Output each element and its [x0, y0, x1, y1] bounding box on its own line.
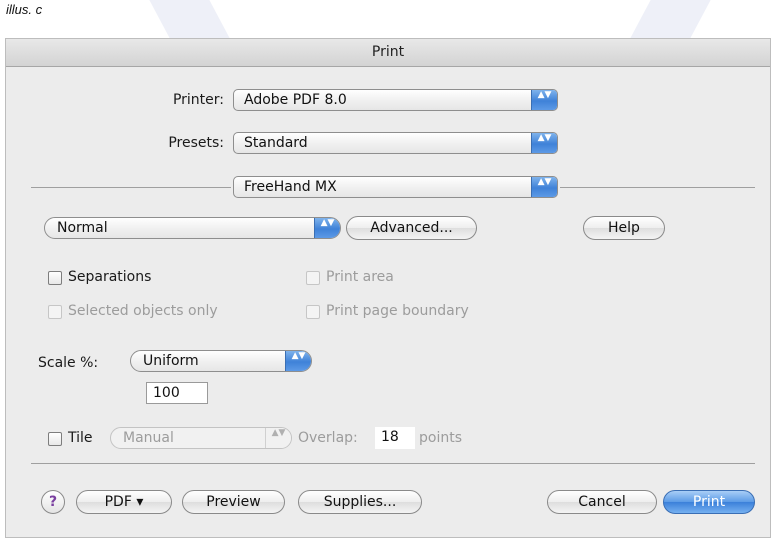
overlap-field[interactable]: 18 — [375, 427, 415, 449]
print-button[interactable]: Print — [663, 490, 755, 514]
help-button[interactable]: Help — [583, 216, 665, 240]
printer-value: Adobe PDF 8.0 — [244, 92, 347, 108]
output-mode-value: Normal — [57, 220, 108, 236]
selected-objects-checkbox[interactable] — [48, 305, 62, 319]
selected-objects-label: Selected objects only — [68, 303, 218, 319]
tile-checkbox[interactable] — [48, 432, 62, 446]
popup-arrows-icon: ▲▼ — [531, 133, 557, 153]
scale-percent-field[interactable]: 100 — [146, 382, 208, 404]
dialog-title: Print — [6, 39, 770, 67]
printer-popup[interactable]: Adobe PDF 8.0 ▲▼ — [233, 89, 558, 111]
overlap-unit-label: points — [419, 430, 462, 446]
panel-separator-left — [31, 187, 231, 188]
popup-arrows-icon: ▲▼ — [265, 428, 291, 448]
scale-label: Scale %: — [38, 355, 99, 371]
tile-mode-value: Manual — [123, 430, 174, 446]
background-stroke-left — [149, 0, 231, 40]
panel-separator-right — [560, 187, 755, 188]
print-area-checkbox[interactable] — [306, 271, 320, 285]
separations-label: Separations — [68, 269, 152, 285]
print-page-boundary-label: Print page boundary — [326, 303, 469, 319]
popup-arrows-icon: ▲▼ — [531, 90, 557, 110]
popup-arrows-icon: ▲▼ — [285, 351, 311, 371]
print-area-label: Print area — [326, 269, 394, 285]
print-dialog: Print Printer: Adobe PDF 8.0 ▲▼ Presets:… — [5, 38, 771, 538]
preview-button[interactable]: Preview — [182, 490, 285, 514]
presets-label: Presets: — [168, 135, 224, 151]
separations-checkbox[interactable] — [48, 271, 62, 285]
tile-mode-popup[interactable]: Manual ▲▼ — [110, 427, 292, 449]
scale-mode-popup[interactable]: Uniform ▲▼ — [130, 350, 312, 372]
panel-popup[interactable]: FreeHand MX ▲▼ — [233, 176, 558, 198]
popup-arrows-icon: ▲▼ — [314, 218, 340, 238]
tile-label: Tile — [68, 430, 93, 446]
supplies-button[interactable]: Supplies... — [298, 490, 422, 514]
bottom-separator — [31, 463, 755, 464]
help-icon[interactable]: ? — [41, 490, 65, 514]
cancel-button[interactable]: Cancel — [547, 490, 657, 514]
output-mode-popup[interactable]: Normal ▲▼ — [44, 217, 341, 239]
printer-label: Printer: — [172, 92, 224, 108]
overlap-label: Overlap: — [298, 430, 358, 446]
background-stroke-right — [629, 0, 711, 40]
pdf-menu-button[interactable]: PDF ▾ — [76, 490, 172, 514]
figure-caption: illus. c — [6, 2, 43, 17]
print-page-boundary-checkbox[interactable] — [306, 305, 320, 319]
popup-arrows-icon: ▲▼ — [531, 177, 557, 197]
panel-value: FreeHand MX — [244, 179, 337, 195]
scale-mode-value: Uniform — [143, 353, 199, 369]
presets-value: Standard — [244, 135, 308, 151]
advanced-button[interactable]: Advanced... — [346, 216, 477, 240]
presets-popup[interactable]: Standard ▲▼ — [233, 132, 558, 154]
